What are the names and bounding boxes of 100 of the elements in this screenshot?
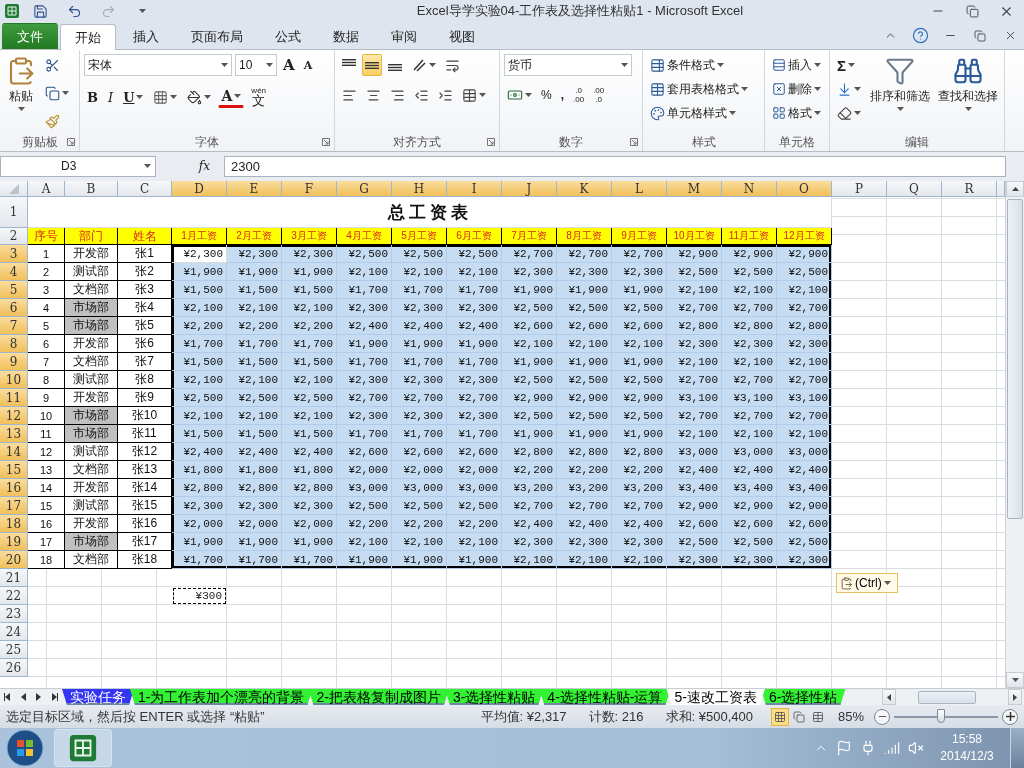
column-header[interactable]: G: [337, 181, 392, 197]
row-header[interactable]: 12: [0, 407, 28, 425]
row-header[interactable]: 8: [0, 335, 28, 353]
grow-font-button[interactable]: A: [280, 54, 298, 76]
decrease-decimal-button[interactable]: .00 .0: [590, 84, 608, 106]
shrink-font-button[interactable]: A: [300, 54, 316, 76]
row-header[interactable]: 18: [0, 515, 28, 533]
vertical-scrollbar[interactable]: [1005, 181, 1024, 688]
comma-button[interactable]: ,: [557, 84, 567, 106]
file-tab[interactable]: 文件: [2, 23, 58, 49]
dialog-launcher-icon[interactable]: [487, 138, 495, 146]
row-header[interactable]: 21: [0, 569, 28, 587]
column-header[interactable]: C: [118, 181, 172, 197]
dialog-launcher-icon[interactable]: [322, 138, 330, 146]
scrollbar-thumb[interactable]: [918, 690, 976, 704]
row-header[interactable]: 25: [0, 641, 28, 659]
autosum-button[interactable]: Σ: [834, 54, 864, 76]
column-header[interactable]: J: [502, 181, 557, 197]
row-header[interactable]: 9: [0, 353, 28, 371]
column-header[interactable]: F: [282, 181, 337, 197]
column-header[interactable]: A: [28, 181, 65, 197]
styles-menu-button[interactable]: 条件格式: [647, 54, 751, 76]
row-header[interactable]: 13: [0, 425, 28, 443]
taskbar-app-button[interactable]: [54, 729, 112, 767]
column-header[interactable]: L: [612, 181, 667, 197]
column-header[interactable]: O: [777, 181, 832, 197]
view-button[interactable]: [770, 707, 789, 726]
sheet-tab[interactable]: 实验任务: [62, 689, 134, 705]
sort-filter-button[interactable]: 排序和筛选: [868, 54, 932, 133]
name-box[interactable]: D3: [0, 155, 156, 177]
column-header[interactable]: H: [392, 181, 447, 197]
speaker-muted-icon[interactable]: [908, 740, 924, 756]
row-header[interactable]: 4: [0, 263, 28, 281]
row-header[interactable]: 11: [0, 389, 28, 407]
scroll-right-button[interactable]: [1008, 689, 1022, 705]
column-header[interactable]: D: [172, 181, 227, 197]
paste-options-button[interactable]: (Ctrl): [836, 573, 898, 593]
start-button[interactable]: [6, 729, 44, 767]
row-header[interactable]: 2: [0, 228, 28, 245]
italic-button[interactable]: I: [105, 86, 117, 108]
row-header[interactable]: 3: [0, 245, 28, 263]
row-header[interactable]: 6: [0, 299, 28, 317]
sheet-tab[interactable]: 2-把表格复制成图片: [308, 689, 449, 705]
cells-menu-button[interactable]: 删除: [769, 78, 824, 100]
column-header[interactable]: K: [557, 181, 612, 197]
styles-menu-button[interactable]: 单元格样式: [647, 102, 751, 124]
underline-button[interactable]: U: [120, 86, 147, 108]
scroll-up-button[interactable]: [1006, 181, 1024, 197]
row-header[interactable]: 16: [0, 479, 28, 497]
ribbon-tab[interactable]: 审阅: [376, 23, 432, 49]
row-header[interactable]: 24: [0, 623, 28, 641]
font-color-button[interactable]: A: [218, 86, 245, 108]
column-header[interactable]: N: [722, 181, 777, 197]
ribbon-tab[interactable]: 公式: [260, 23, 316, 49]
row-header[interactable]: 15: [0, 461, 28, 479]
scroll-left-button[interactable]: [882, 689, 896, 705]
number-format-field[interactable]: 货币: [504, 54, 632, 76]
column-header[interactable]: I: [447, 181, 502, 197]
phonetic-button[interactable]: wén 文: [248, 84, 270, 110]
dialog-launcher-icon[interactable]: [67, 138, 75, 146]
row-header[interactable]: 1: [0, 197, 28, 228]
ribbon-tab[interactable]: 开始: [60, 24, 116, 50]
find-select-button[interactable]: 查找和选择: [936, 54, 1000, 133]
sheet-tab[interactable]: 3-选择性粘贴: [444, 689, 544, 705]
increase-decimal-button[interactable]: .0 .00: [570, 84, 588, 106]
percent-button[interactable]: %: [538, 84, 555, 106]
row-header[interactable]: 10: [0, 371, 28, 389]
column-header[interactable]: P: [832, 181, 887, 197]
column-header[interactable]: R: [942, 181, 997, 197]
row-header[interactable]: 26: [0, 659, 28, 677]
formula-input[interactable]: 2300: [224, 155, 1006, 177]
ribbon-tab[interactable]: 页面布局: [176, 23, 258, 49]
sheet-tab[interactable]: 1-为工作表加个漂亮的背景: [130, 689, 313, 705]
column-header[interactable]: E: [227, 181, 282, 197]
cells-menu-button[interactable]: 格式: [769, 102, 824, 124]
vertical-align-button[interactable]: [362, 54, 382, 76]
dialog-launcher-icon[interactable]: [630, 138, 638, 146]
cells-menu-button[interactable]: 插入: [769, 54, 824, 76]
styles-menu-button[interactable]: 套用表格格式: [647, 78, 751, 100]
row-header[interactable]: 7: [0, 317, 28, 335]
sheet-tab[interactable]: 4-选择性粘贴-运算: [539, 689, 671, 705]
row-header[interactable]: 5: [0, 281, 28, 299]
column-header[interactable]: Q: [887, 181, 942, 197]
ribbon-tab[interactable]: 视图: [434, 23, 490, 49]
zoom-out-button[interactable]: [874, 708, 890, 725]
sheet-tab[interactable]: 5-速改工资表: [666, 689, 765, 705]
bold-button[interactable]: B: [84, 86, 101, 108]
font-name-field[interactable]: 宋体: [84, 54, 232, 76]
row-header[interactable]: 23: [0, 605, 28, 623]
font-size-field[interactable]: 10: [235, 54, 277, 76]
zoom-in-button[interactable]: [1002, 708, 1018, 725]
row-header[interactable]: 14: [0, 443, 28, 461]
zoom-slider-thumb[interactable]: [936, 708, 945, 723]
row-header[interactable]: 19: [0, 533, 28, 551]
scrollbar-thumb[interactable]: [1007, 199, 1023, 519]
ribbon-tab[interactable]: 数据: [318, 23, 374, 49]
paste-button[interactable]: 粘贴: [4, 54, 38, 133]
column-header[interactable]: M: [667, 181, 722, 197]
insert-function-button[interactable]: fx: [160, 159, 220, 173]
scroll-down-button[interactable]: [1006, 672, 1024, 688]
